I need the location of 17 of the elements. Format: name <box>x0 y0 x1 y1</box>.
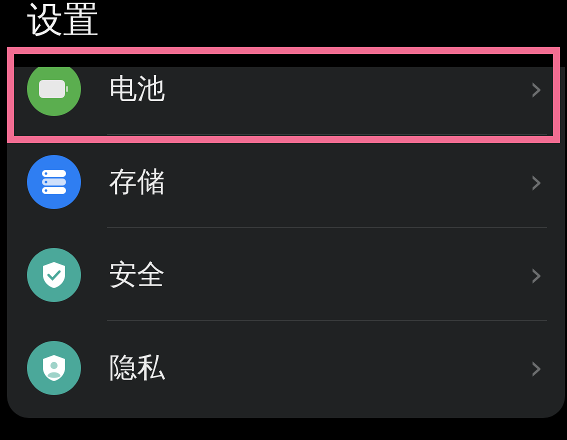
storage-icon <box>41 168 67 194</box>
chevron-icon: › <box>529 164 543 198</box>
settings-row[interactable]: 隐私 › <box>7 321 565 414</box>
chevron-icon: › <box>529 72 543 106</box>
setting-label: 安全 <box>109 256 166 292</box>
settings-row[interactable]: 电池 › <box>7 67 565 135</box>
setting-label: 电池 <box>109 70 166 106</box>
setting-label: 隐私 <box>109 350 166 386</box>
settings-row[interactable]: 存储 › <box>7 135 565 228</box>
chevron-icon: › <box>529 350 543 384</box>
shield-person-icon <box>42 354 66 382</box>
page-title: 设置 <box>26 0 100 43</box>
settings-row[interactable]: 安全 › <box>7 228 565 321</box>
shield-check-icon <box>42 260 66 288</box>
setting-label: 存储 <box>109 164 166 200</box>
battery-icon <box>39 80 69 98</box>
chevron-icon: › <box>529 258 543 292</box>
